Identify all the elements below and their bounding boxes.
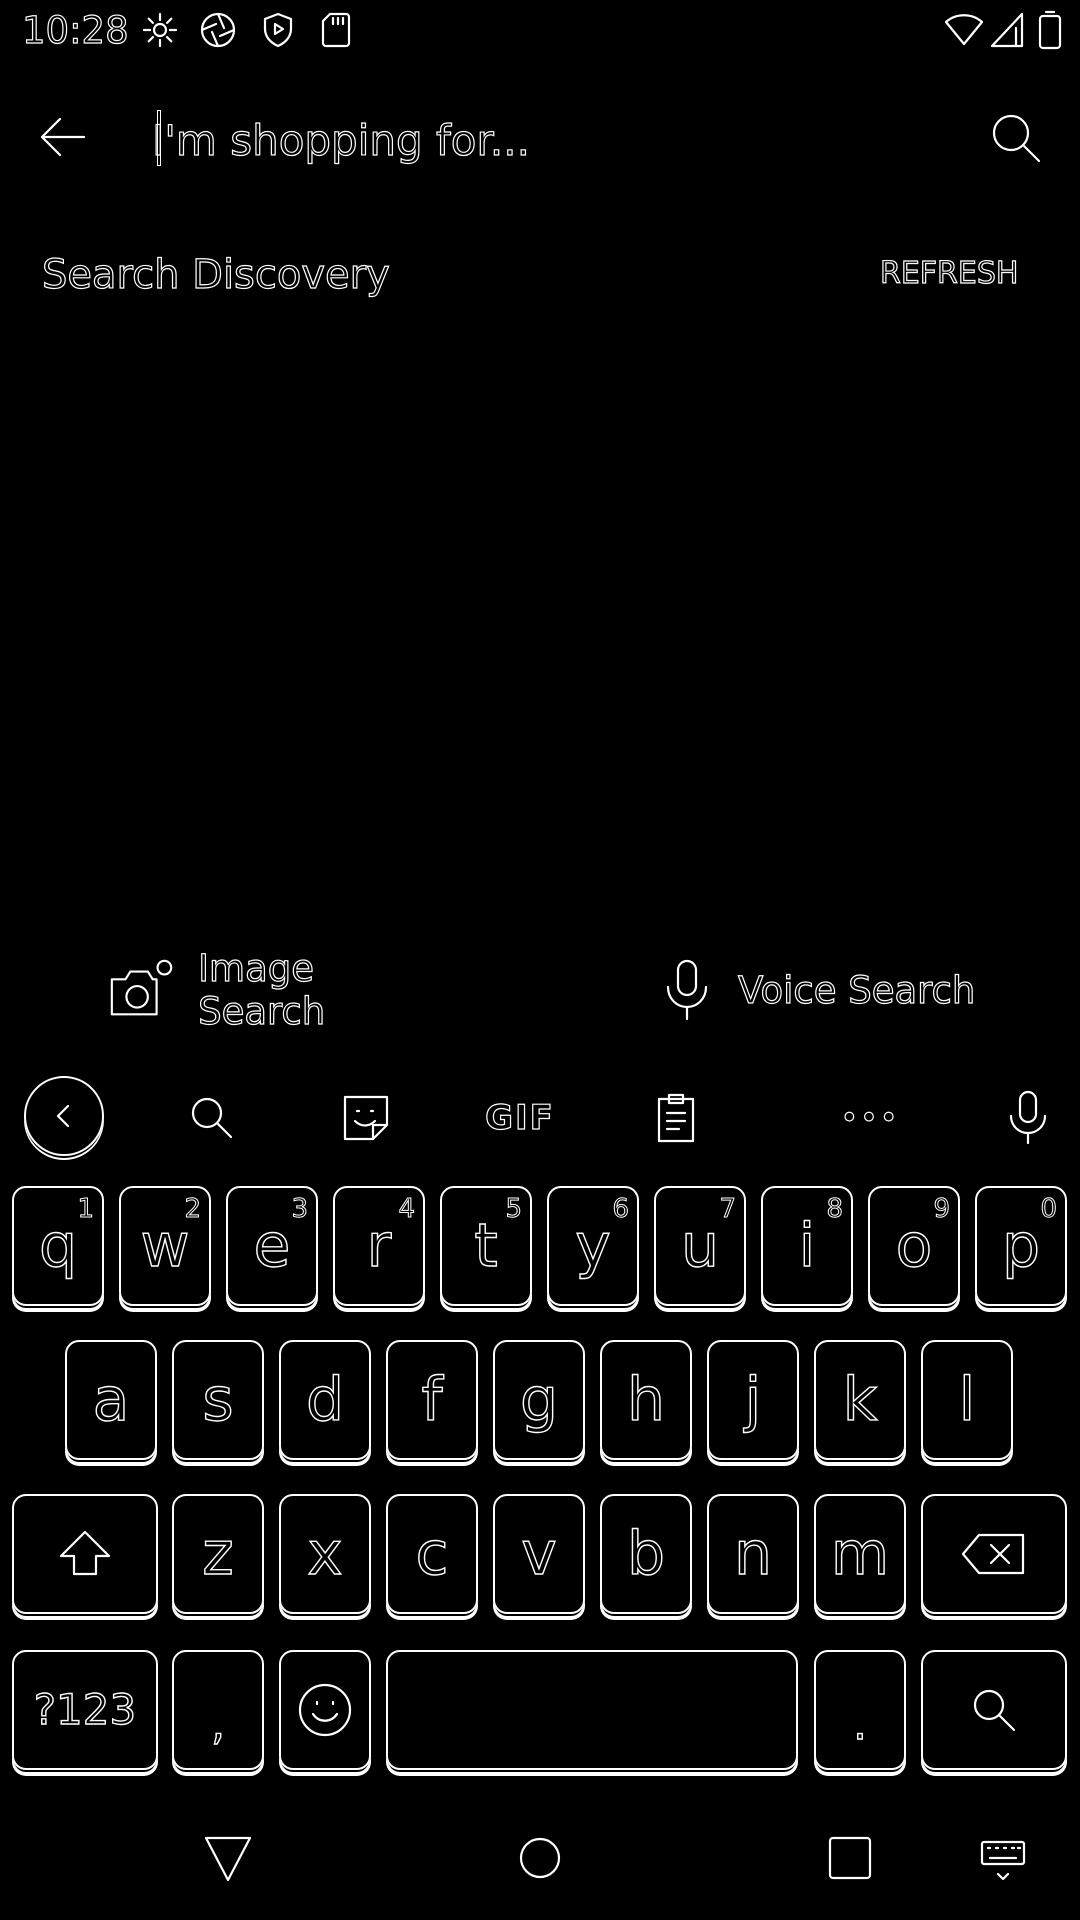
key-k[interactable]: k <box>814 1340 906 1460</box>
battery-icon <box>1036 10 1076 50</box>
search-icon <box>992 114 1041 163</box>
backspace-icon <box>961 1533 1025 1575</box>
key-s[interactable]: s <box>172 1340 264 1460</box>
period-key[interactable]: . <box>814 1650 906 1770</box>
search-icon <box>191 1097 233 1139</box>
key-y[interactable]: y6 <box>547 1186 639 1306</box>
key-q[interactable]: q1 <box>12 1186 104 1306</box>
microphone-icon <box>666 959 708 1021</box>
nav-keyboard-button[interactable] <box>976 1826 1040 1890</box>
refresh-button[interactable]: REFRESH <box>879 254 1019 294</box>
keyboard-mic-button[interactable] <box>986 1076 1070 1160</box>
search-button[interactable] <box>986 108 1046 168</box>
search-action-key[interactable] <box>921 1650 1067 1770</box>
shift-key[interactable] <box>12 1494 158 1614</box>
emoji-icon <box>298 1683 352 1737</box>
chevron-left-icon <box>56 1104 70 1128</box>
gif-button[interactable]: GIF <box>478 1076 562 1160</box>
key-g[interactable]: g <box>493 1340 585 1460</box>
sticker-icon <box>343 1095 389 1141</box>
nav-recents-button[interactable] <box>818 1826 882 1890</box>
key-z[interactable]: z <box>172 1494 264 1614</box>
back-triangle-icon <box>204 1836 252 1882</box>
wifi-icon <box>944 10 984 50</box>
text-cursor <box>157 110 161 166</box>
key-m[interactable]: m <box>814 1494 906 1614</box>
key-n[interactable]: n <box>707 1494 799 1614</box>
shift-icon <box>59 1530 111 1576</box>
key-a[interactable]: a <box>65 1340 157 1460</box>
camera-icon <box>110 959 173 1016</box>
voice-search-button[interactable]: Voice Search <box>660 950 980 1030</box>
sd-card-icon <box>316 10 356 50</box>
backspace-key[interactable] <box>921 1494 1067 1614</box>
nav-home-button[interactable] <box>508 1826 572 1890</box>
image-search-button[interactable]: Image Search <box>106 946 446 1034</box>
camera-shutter-icon <box>198 10 238 50</box>
microphone-icon <box>1009 1090 1047 1145</box>
keyboard-search-button[interactable] <box>170 1076 254 1160</box>
key-f[interactable]: f <box>386 1340 478 1460</box>
more-button[interactable]: ••• <box>828 1076 912 1160</box>
gear-icon <box>140 10 180 50</box>
search-icon <box>973 1689 1016 1732</box>
symbols-key[interactable]: ?123 <box>12 1650 158 1770</box>
signal-icon <box>988 10 1028 50</box>
key-t[interactable]: t5 <box>440 1186 532 1306</box>
keyboard-icon <box>980 1840 1026 1881</box>
emoji-key[interactable] <box>279 1650 371 1770</box>
comma-key[interactable]: , <box>172 1650 264 1770</box>
key-d[interactable]: d <box>279 1340 371 1460</box>
nav-back-button[interactable] <box>196 1826 260 1890</box>
status-time: 10:28 <box>21 9 129 52</box>
voice-search-label: Voice Search <box>737 968 976 1012</box>
key-p[interactable]: p0 <box>975 1186 1067 1306</box>
shield-play-icon <box>258 10 298 50</box>
key-v[interactable]: v <box>493 1494 585 1614</box>
key-b[interactable]: b <box>600 1494 692 1614</box>
home-circle-icon <box>519 1837 561 1879</box>
key-e[interactable]: e3 <box>226 1186 318 1306</box>
arrow-left-icon <box>40 117 86 157</box>
key-h[interactable]: h <box>600 1340 692 1460</box>
search-discovery-title: Search Discovery <box>41 251 390 298</box>
key-l[interactable]: l <box>921 1340 1013 1460</box>
recents-square-icon <box>828 1836 872 1880</box>
sticker-button[interactable] <box>324 1076 408 1160</box>
back-button[interactable] <box>30 104 96 170</box>
key-j[interactable]: j <box>707 1340 799 1460</box>
keyboard-collapse-button[interactable] <box>24 1076 104 1156</box>
key-i[interactable]: i8 <box>761 1186 853 1306</box>
key-c[interactable]: c <box>386 1494 478 1614</box>
image-search-label: Image Search <box>198 946 326 1033</box>
key-u[interactable]: u7 <box>654 1186 746 1306</box>
key-w[interactable]: w2 <box>119 1186 211 1306</box>
space-key[interactable] <box>386 1650 798 1770</box>
key-o[interactable]: o9 <box>868 1186 960 1306</box>
key-x[interactable]: x <box>279 1494 371 1614</box>
key-r[interactable]: r4 <box>333 1186 425 1306</box>
clipboard-button[interactable] <box>634 1076 718 1160</box>
search-input[interactable] <box>152 108 952 172</box>
clipboard-icon <box>657 1093 695 1143</box>
